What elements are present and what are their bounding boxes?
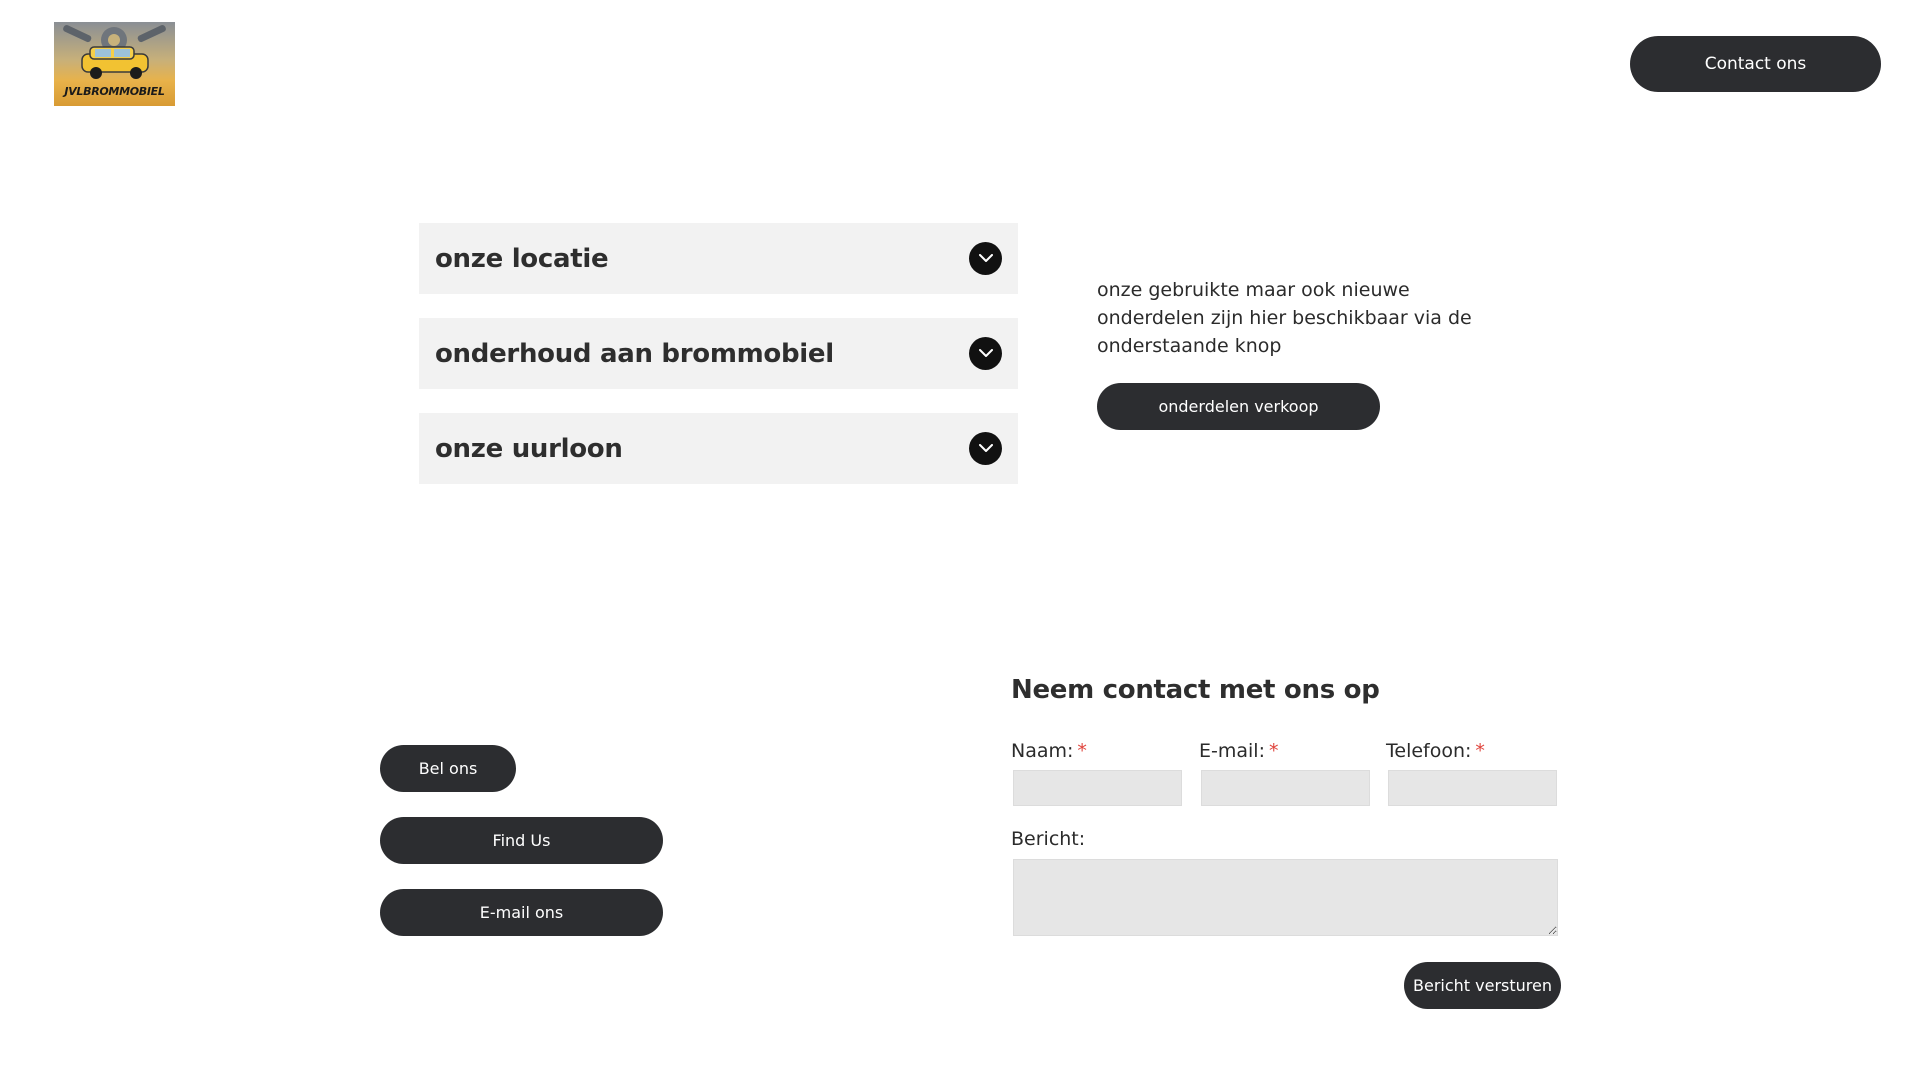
accordion-title: onderhoud aan brommobiel	[435, 338, 834, 369]
contact-button[interactable]: Contact ons	[1630, 36, 1881, 92]
email-label: E-mail: *	[1199, 740, 1278, 762]
call-us-button[interactable]: Bel ons	[380, 745, 516, 792]
accordion-item-location[interactable]: onze locatie	[419, 223, 1018, 294]
parts-description: onze gebruikte maar ook nieuwe onderdele…	[1097, 279, 1472, 357]
phone-label-text: Telefoon:	[1386, 740, 1472, 762]
accordion-item-hourly-rate[interactable]: onze uurloon	[419, 413, 1018, 484]
message-field[interactable]	[1013, 859, 1558, 936]
find-us-button[interactable]: Find Us	[380, 817, 663, 864]
email-label-text: E-mail:	[1199, 740, 1265, 762]
chevron-down-icon[interactable]	[969, 242, 1002, 275]
email-field[interactable]	[1201, 770, 1370, 806]
parts-sales-button[interactable]: onderdelen verkoop	[1097, 383, 1380, 430]
name-label-text: Naam:	[1011, 740, 1074, 762]
email-us-button[interactable]: E-mail ons	[380, 889, 663, 936]
form-title: Neem contact met ons op	[1011, 675, 1380, 705]
send-message-button[interactable]: Bericht versturen	[1404, 962, 1561, 1009]
site-logo[interactable]: JVLBROMMOBIEL	[54, 22, 175, 106]
accordion-item-maintenance[interactable]: onderhoud aan brommobiel	[419, 318, 1018, 389]
accordion-title: onze locatie	[435, 243, 609, 274]
chevron-down-icon[interactable]	[969, 432, 1002, 465]
name-label: Naam: *	[1011, 740, 1087, 762]
logo-text: JVLBROMMOBIEL	[64, 85, 165, 98]
required-mark: *	[1268, 740, 1279, 762]
required-mark: *	[1077, 740, 1087, 762]
name-field[interactable]	[1013, 770, 1182, 806]
required-mark: *	[1475, 740, 1485, 762]
phone-label: Telefoon: *	[1386, 740, 1485, 762]
accordion-title: onze uurloon	[435, 433, 623, 464]
phone-field[interactable]	[1388, 770, 1557, 806]
message-label: Bericht:	[1011, 828, 1086, 850]
chevron-down-icon[interactable]	[969, 337, 1002, 370]
